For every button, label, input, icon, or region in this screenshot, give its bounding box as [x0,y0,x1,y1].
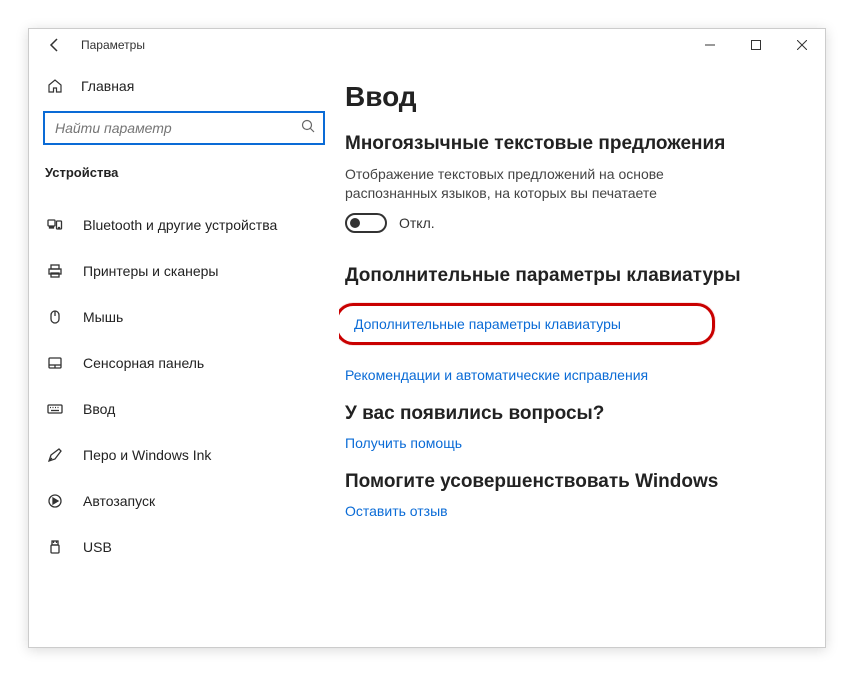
usb-icon [45,539,65,555]
section-title: У вас появились вопросы? [345,403,799,425]
minimize-button[interactable] [687,29,733,61]
sidebar-item-label: USB [83,539,112,555]
arrow-left-icon [47,37,63,53]
nav-list: Bluetooth и другие устройства Принтеры и… [29,202,339,570]
suggestions-autocorrect-link[interactable]: Рекомендации и автоматические исправлени… [345,367,799,383]
sidebar-item-mouse[interactable]: Мышь [29,294,339,340]
search-container [43,111,325,145]
pen-icon [45,447,65,463]
sidebar-item-label: Автозапуск [83,493,155,509]
maximize-icon [751,40,761,50]
sidebar-item-label: Принтеры и сканеры [83,263,218,279]
sidebar-item-typing[interactable]: Ввод [29,386,339,432]
home-label: Главная [81,78,134,94]
multilingual-section: Многоязычные текстовые предложения Отобр… [345,133,799,233]
printer-icon [45,263,65,279]
window-controls [687,29,825,61]
section-title: Дополнительные параметры клавиатуры [345,265,799,287]
section-title: Многоязычные текстовые предложения [345,133,799,155]
mouse-icon [45,309,65,325]
sidebar-item-label: Мышь [83,309,123,325]
sidebar-item-touchpad[interactable]: Сенсорная панель [29,340,339,386]
toggle-knob [350,218,360,228]
sidebar-item-autoplay[interactable]: Автозапуск [29,478,339,524]
devices-icon [45,217,65,233]
get-help-link[interactable]: Получить помощь [345,435,799,451]
section-description: Отображение текстовых предложений на осн… [345,165,735,203]
home-nav[interactable]: Главная [29,65,339,107]
window-title: Параметры [81,38,145,52]
advanced-keyboard-link[interactable]: Дополнительные параметры клавиатуры [339,303,715,345]
home-icon [45,78,65,94]
sidebar-item-label: Ввод [83,401,115,417]
sidebar-item-label: Перо и Windows Ink [83,447,211,463]
titlebar: Параметры [29,29,825,61]
back-button[interactable] [35,29,75,61]
autoplay-icon [45,493,65,509]
content-area: Ввод Многоязычные текстовые предложения … [339,61,825,647]
search-input[interactable] [55,120,301,136]
sidebar-item-printers[interactable]: Принтеры и сканеры [29,248,339,294]
maximize-button[interactable] [733,29,779,61]
give-feedback-link[interactable]: Оставить отзыв [345,503,799,519]
toggle-state-label: Откл. [399,215,435,231]
sidebar-item-usb[interactable]: USB [29,524,339,570]
close-icon [797,40,807,50]
touchpad-icon [45,355,65,371]
multilingual-toggle[interactable] [345,213,387,233]
sidebar-item-label: Bluetooth и другие устройства [83,217,277,233]
section-title: Помогите усовершенствовать Windows [345,471,799,493]
questions-section: У вас появились вопросы? Получить помощь [345,403,799,451]
sidebar-item-label: Сенсорная панель [83,355,204,371]
sidebar-item-bluetooth[interactable]: Bluetooth и другие устройства [29,202,339,248]
search-icon [301,119,315,138]
sidebar: Главная Устройства [29,61,339,647]
advanced-keyboard-section: Дополнительные параметры клавиатуры Допо… [345,265,799,383]
settings-window: Параметры Главная [28,28,826,648]
minimize-icon [705,40,715,50]
sidebar-section-label: Устройства [29,159,339,188]
sidebar-item-pen[interactable]: Перо и Windows Ink [29,432,339,478]
toggle-row: Откл. [345,213,799,233]
search-box[interactable] [43,111,325,145]
close-button[interactable] [779,29,825,61]
page-title: Ввод [345,81,799,113]
feedback-section: Помогите усовершенствовать Windows Остав… [345,471,799,519]
keyboard-icon [45,401,65,417]
window-body: Главная Устройства [29,61,825,647]
